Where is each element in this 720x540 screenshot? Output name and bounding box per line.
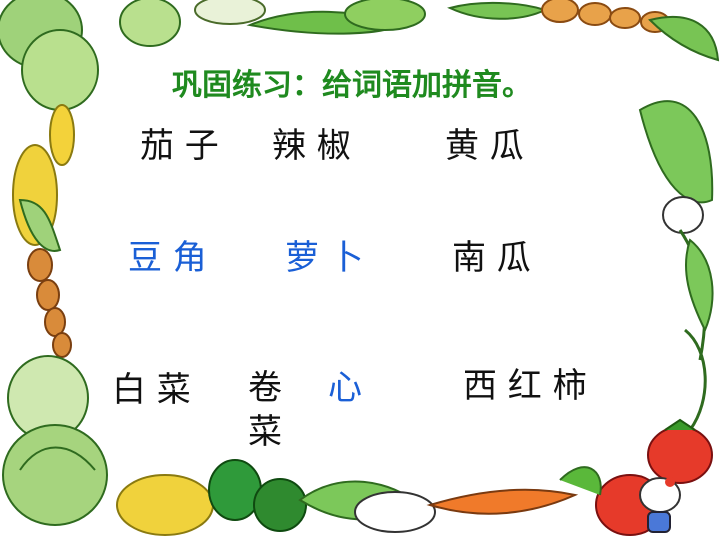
cabbage-icon (2, 355, 108, 526)
pepper-icon (208, 459, 307, 532)
left-vegetable-column (2, 29, 108, 526)
word-cucumber-huang: 黄 瓜 (445, 126, 524, 166)
word-eggplant: 茄 子 (140, 126, 219, 166)
word-cabbage-xin: 心 (328, 368, 362, 408)
word-bok-choy: 白 菜 (112, 370, 191, 410)
word-chili: 辣 椒 (272, 126, 351, 166)
word-radish: 萝 卜 (285, 238, 364, 278)
word-pumpkin: 南 瓜 (452, 238, 531, 278)
word-cabbage-juan: 卷 (248, 368, 282, 408)
right-vegetable-column (595, 100, 714, 536)
word-bean: 豆 角 (128, 238, 207, 278)
word-tomato: 西 红 柿 (463, 366, 587, 406)
bottom-vegetable-garland (116, 459, 602, 536)
top-vegetable-garland (0, 0, 720, 69)
slide-title: 巩固练习：给词语加拼音。 (172, 68, 532, 103)
corn-icon (12, 104, 75, 252)
word-cabbage-cai: 菜 (248, 412, 282, 452)
carrot-icon (426, 466, 602, 515)
